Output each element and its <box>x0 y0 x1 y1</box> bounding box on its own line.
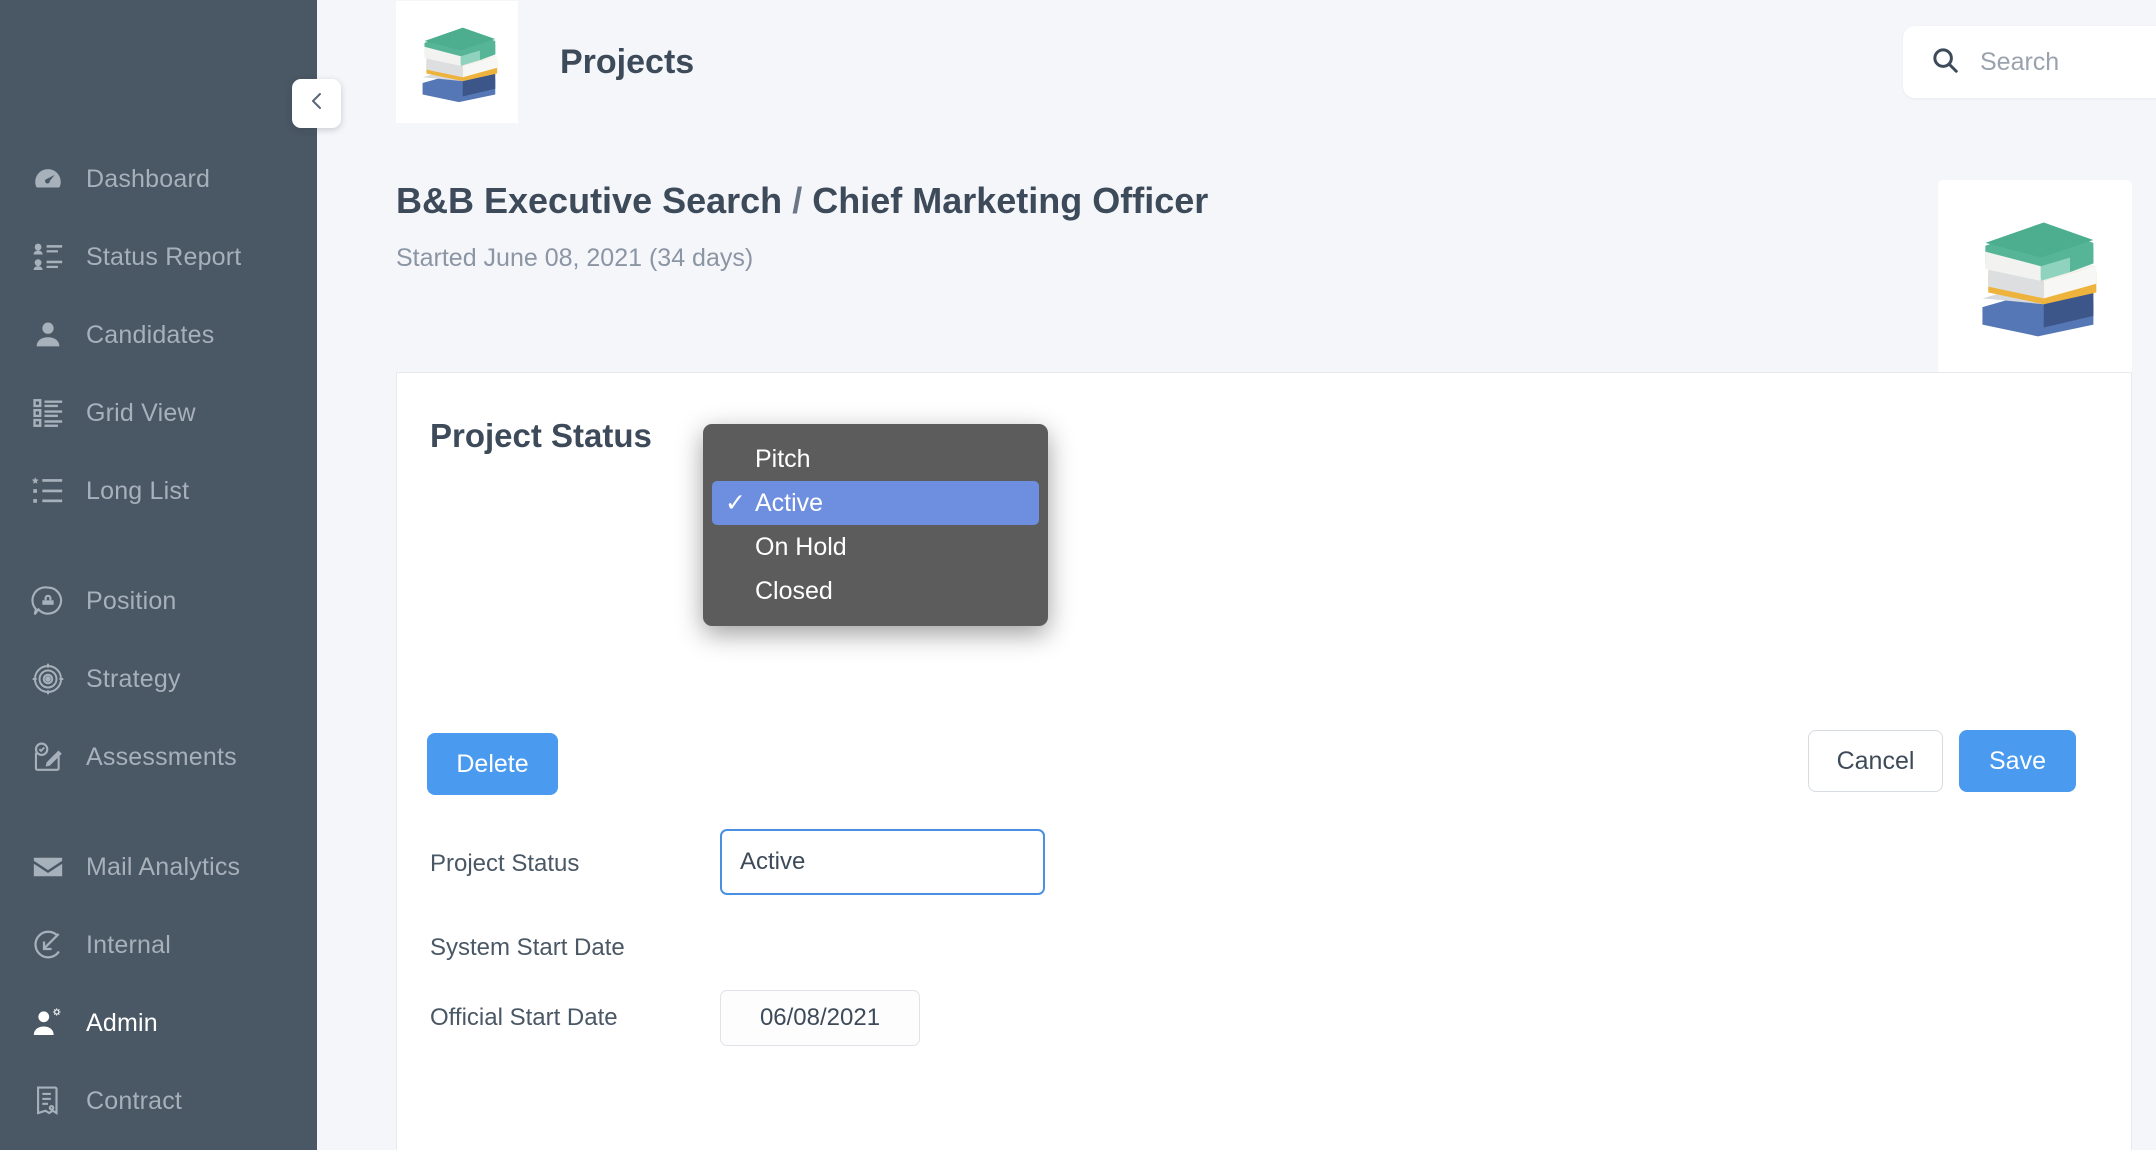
sidebar-item-label: Internal <box>86 930 171 959</box>
project-thumbnail <box>1938 180 2132 374</box>
sidebar-item-long-list[interactable]: Long List <box>0 452 317 530</box>
sidebar-item-label: Position <box>86 586 177 615</box>
sidebar-item-candidates[interactable]: Candidates <box>0 296 317 374</box>
page-title: Projects <box>560 42 695 81</box>
sidebar-item-label: Long List <box>86 476 190 505</box>
stacked-books-icon <box>396 1 518 123</box>
sidebar-item-strategy[interactable]: Strategy <box>0 640 317 718</box>
sidebar-collapse-button[interactable] <box>292 79 341 128</box>
position-briefcase-icon <box>28 581 68 621</box>
bullet-list-icon <box>28 471 68 511</box>
project-header: B&B Executive Search / Chief Marketing Off… <box>396 160 2132 374</box>
field-label-official-start-date: Official Start Date <box>430 1004 618 1031</box>
dropdown-option-label: On Hold <box>755 532 847 561</box>
assessment-pencil-icon <box>28 737 68 777</box>
sidebar-item-dashboard[interactable]: Dashboard <box>0 140 317 218</box>
cancel-button[interactable]: Cancel <box>1808 730 1943 792</box>
project-status-select[interactable]: Active <box>720 829 1045 895</box>
card-title: Project Status <box>430 417 652 454</box>
sidebar-item-position[interactable]: Position <box>0 562 317 640</box>
dropdown-option-pitch[interactable]: ✓ Pitch <box>703 437 1048 481</box>
form-row-official-start-date: Official Start Date 06/08/2021 <box>430 990 1730 1046</box>
admin-user-gear-icon <box>28 1003 68 1043</box>
breadcrumb: B&B Executive Search / Chief Marketing Off… <box>396 180 1208 222</box>
sidebar-divider-2 <box>0 796 317 828</box>
sidebar-nav-list: Dashboard Status Report Candidates Grid … <box>0 140 317 1140</box>
sidebar-item-label: Admin <box>86 1008 158 1037</box>
top-bar: Projects <box>317 0 2156 124</box>
dropdown-option-label: Active <box>755 488 824 517</box>
sidebar-item-label: Assessments <box>86 742 237 771</box>
dropdown-option-label: Closed <box>755 576 833 605</box>
breadcrumb-separator: / <box>792 180 803 221</box>
target-icon <box>28 659 68 699</box>
stacked-books-icon <box>1962 207 2108 348</box>
sidebar-item-label: Dashboard <box>86 164 211 193</box>
sidebar-item-label: Candidates <box>86 320 215 349</box>
sidebar-divider-1 <box>0 530 317 562</box>
breadcrumb-company[interactable]: B&B Executive Search <box>396 180 782 221</box>
dropdown-option-closed[interactable]: ✓ Closed <box>703 569 1048 613</box>
dashboard-gauge-icon <box>28 159 68 199</box>
project-status-dropdown-menu[interactable]: ✓ Pitch ✓ Active ✓ On Hold ✓ Closed <box>703 424 1048 626</box>
status-report-icon <box>28 237 68 277</box>
project-status-select-value: Active <box>740 848 806 875</box>
envelope-icon <box>28 847 68 887</box>
dropdown-option-on-hold[interactable]: ✓ On Hold <box>703 525 1048 569</box>
contract-document-icon <box>28 1081 68 1121</box>
field-label-system-start-date: System Start Date <box>430 934 625 961</box>
field-label-project-status: Project Status <box>430 850 580 877</box>
app-root: Dashboard Status Report Candidates Grid … <box>0 0 2156 1150</box>
sidebar-item-internal[interactable]: Internal <box>0 906 317 984</box>
form-row-system-start-date: System Start Date <box>430 923 1730 973</box>
person-icon <box>28 315 68 355</box>
sidebar-item-label: Status Report <box>86 242 242 271</box>
sidebar-item-status-report[interactable]: Status Report <box>0 218 317 296</box>
sidebar-item-admin[interactable]: Admin <box>0 984 317 1062</box>
search-input[interactable] <box>1980 47 2156 77</box>
project-started-date: Started June 08, 2021 (34 days) <box>396 244 754 272</box>
grid-list-icon <box>28 393 68 433</box>
internal-arrow-icon <box>28 925 68 965</box>
sidebar-item-contract[interactable]: Contract <box>0 1062 317 1140</box>
official-start-date-input[interactable]: 06/08/2021 <box>720 990 920 1046</box>
sidebar-item-assessments[interactable]: Assessments <box>0 718 317 796</box>
sidebar: Dashboard Status Report Candidates Grid … <box>0 0 317 1150</box>
save-button[interactable]: Save <box>1959 730 2076 792</box>
top-bar-left: Projects <box>396 0 694 124</box>
search-box[interactable] <box>1903 26 2156 98</box>
breadcrumb-role: Chief Marketing Officer <box>812 180 1209 221</box>
dropdown-option-active[interactable]: ✓ Active <box>712 481 1039 525</box>
check-icon: ✓ <box>725 489 746 517</box>
sidebar-item-mail-analytics[interactable]: Mail Analytics <box>0 828 317 906</box>
sidebar-item-label: Mail Analytics <box>86 852 241 881</box>
sidebar-item-label: Contract <box>86 1086 183 1115</box>
search-icon <box>1930 45 1960 80</box>
chevron-left-icon <box>305 89 329 118</box>
sidebar-item-grid-view[interactable]: Grid View <box>0 374 317 452</box>
form-row-project-status: Project Status Active <box>430 829 1730 895</box>
official-start-date-value: 06/08/2021 <box>759 1004 881 1031</box>
sidebar-item-label: Grid View <box>86 398 196 427</box>
sidebar-item-label: Strategy <box>86 664 181 693</box>
dropdown-option-label: Pitch <box>755 444 811 473</box>
delete-button[interactable]: Delete <box>427 733 558 795</box>
